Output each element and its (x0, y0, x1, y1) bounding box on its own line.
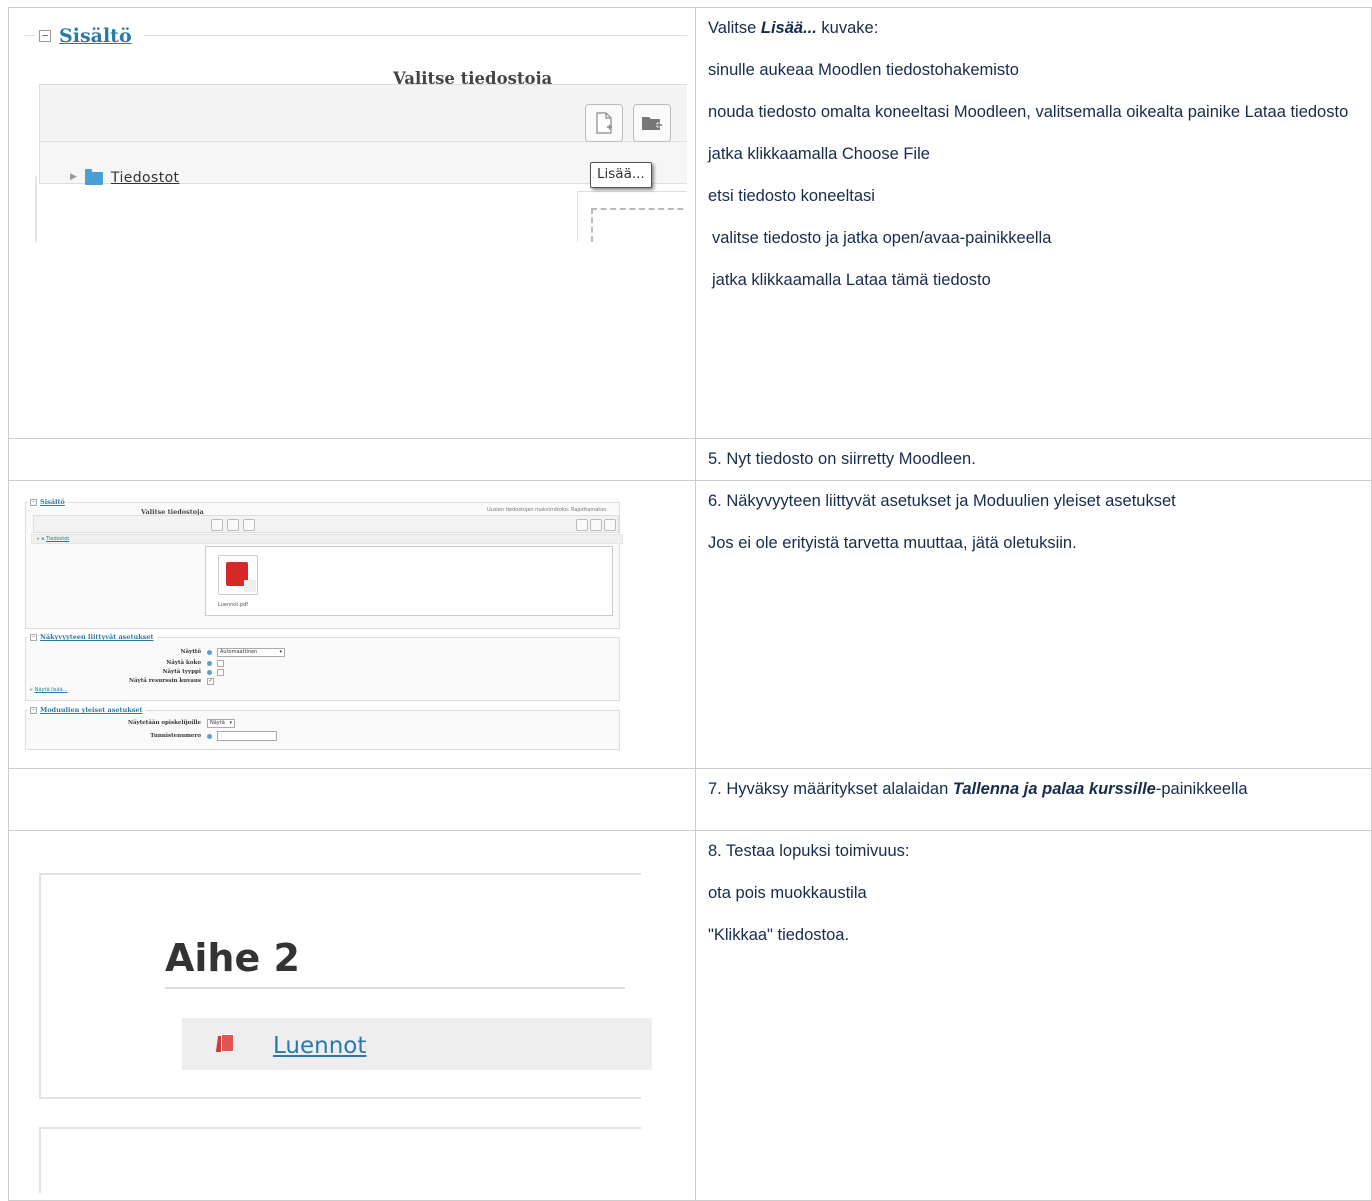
file-picker-toolbar (40, 85, 687, 142)
instruction-table: − Sisältö Valitse tiedostoja ▶ Tiedostot… (8, 7, 1372, 1201)
table-row: − Sisältö Valitse tiedostoja ▶ Tiedostot… (8, 7, 1372, 439)
resource-item: Luennot (182, 1018, 652, 1071)
grid-view-icon (576, 519, 588, 532)
naytto-select: Automaattinen ▾ (217, 648, 285, 658)
screenshot-cell: Aihe 2 Luennot (8, 830, 696, 1201)
visibility-select: Näytä ▾ (207, 719, 235, 729)
step-paragraph: 5. Nyt tiedosto on siirretty Moodleen. (708, 450, 976, 468)
next-section (39, 1127, 641, 1194)
course-view-screenshot: Aihe 2 Luennot (25, 837, 695, 1194)
table-row: Aihe 2 Luennot 8. Testaa lopuksi toimivu… (8, 830, 1372, 1201)
folder-plus-icon (642, 117, 662, 130)
file-picker-screenshot: − Sisältö Valitse tiedostoja ▶ Tiedostot… (25, 16, 687, 242)
list-view-icon (590, 519, 602, 532)
fieldset-legend: − Sisältö (27, 498, 68, 507)
step-paragraph: nouda tiedosto omalta koneeltasi Moodlee… (708, 102, 1349, 121)
show-more-link: + Näytä lisää... (29, 687, 68, 694)
tree-view-icon (604, 519, 616, 532)
download-icon (243, 519, 255, 532)
step-paragraph: 7. Hyväksy määritykset alalaidan Tallenn… (708, 780, 1248, 799)
create-folder-button (633, 104, 671, 142)
pdf-file-icon (218, 555, 258, 596)
add-file-icon (211, 519, 223, 532)
collapse-icon: − (30, 707, 37, 715)
step-paragraph: 6. Näkyvyyteen liittyvät asetukset ja Mo… (708, 492, 1176, 511)
tree-item-tiedostot: ▶ Tiedostot (70, 168, 180, 186)
step-paragraph: valitse tiedosto ja jatka open/avaa-pain… (712, 228, 1052, 247)
collapse-icon: − (39, 30, 51, 43)
table-row: 7. Hyväksy määritykset alalaidan Tallenn… (8, 768, 1372, 832)
fieldset-legend: − Sisältö (35, 24, 144, 49)
step-paragraph: sinulle aukeaa Moodlen tiedostohakemisto (708, 60, 1019, 79)
luennot-link: Luennot (273, 1033, 367, 1060)
instructions-cell: 7. Hyväksy määritykset alalaidan Tallenn… (695, 768, 1372, 832)
pdf-icon (215, 1034, 234, 1054)
step-paragraph: "Klikkaa" tiedostoa. (708, 926, 850, 945)
checkbox (217, 669, 224, 677)
fieldset-legend: − Näkyvyyteen liittyvät asetukset (27, 633, 157, 642)
table-row: 5. Nyt tiedosto on siirretty Moodleen. (8, 437, 1372, 482)
add-file-icon (596, 112, 612, 134)
step-paragraph: Valitse Lisää... kuvake: (708, 19, 879, 37)
step-paragraph: jatka klikkaamalla Lataa tämä tiedosto (712, 270, 991, 289)
checkbox-checked: ✓ (207, 678, 214, 686)
step-paragraph: ota pois muokkaustila (708, 884, 867, 903)
instructions-cell: 8. Testaa lopuksi toimivuus: ota pois mu… (695, 830, 1372, 1201)
topic-heading: Aihe 2 (165, 936, 300, 981)
lisaa-tooltip: Lisää... (590, 162, 652, 188)
add-file-button (585, 104, 623, 142)
instructions-cell: 6. Näkyvyyteen liittyvät asetukset ja Mo… (695, 480, 1372, 770)
collapse-icon: − (30, 499, 37, 507)
expand-arrow-icon: ▶ (70, 172, 77, 183)
checkbox (217, 660, 224, 668)
drop-zone (591, 208, 687, 242)
fieldset-legend: − Moduulien yleiset asetukset (27, 706, 146, 715)
file-area: Luennot.pdf (205, 546, 613, 617)
id-number-input (217, 731, 277, 742)
folder-icon (84, 168, 103, 185)
screenshot-cell: − Sisältö Valitse tiedostoja ▶ Tiedostot… (8, 7, 696, 439)
folder-icon (227, 519, 239, 532)
instructions-cell: Valitse Lisää... kuvake: sinulle aukeaa … (695, 7, 1372, 439)
table-row: − Sisältö Valitse tiedostoja Uusien tied… (8, 480, 1372, 770)
step-paragraph: etsi tiedosto koneeltasi (708, 186, 875, 205)
screenshot-cell: − Sisältö Valitse tiedostoja Uusien tied… (8, 480, 696, 770)
step-paragraph: 8. Testaa lopuksi toimivuus: (708, 842, 910, 861)
step-paragraph: Jos ei ole erityistä tarvetta muuttaa, j… (708, 534, 1077, 553)
sisalto-link: Sisältö (59, 25, 132, 47)
file-picker-toolbar (33, 515, 619, 534)
file-name: Luennot.pdf (218, 602, 248, 609)
instructions-cell: 5. Nyt tiedosto on siirretty Moodleen. (695, 437, 1372, 482)
tree-item-tiedostot: ▸ ▪ Tiedostot (31, 534, 623, 545)
collapse-icon: − (30, 634, 37, 642)
resource-settings-screenshot: − Sisältö Valitse tiedostoja Uusien tied… (25, 495, 625, 753)
step-paragraph: jatka klikkaamalla Choose File (708, 144, 930, 163)
